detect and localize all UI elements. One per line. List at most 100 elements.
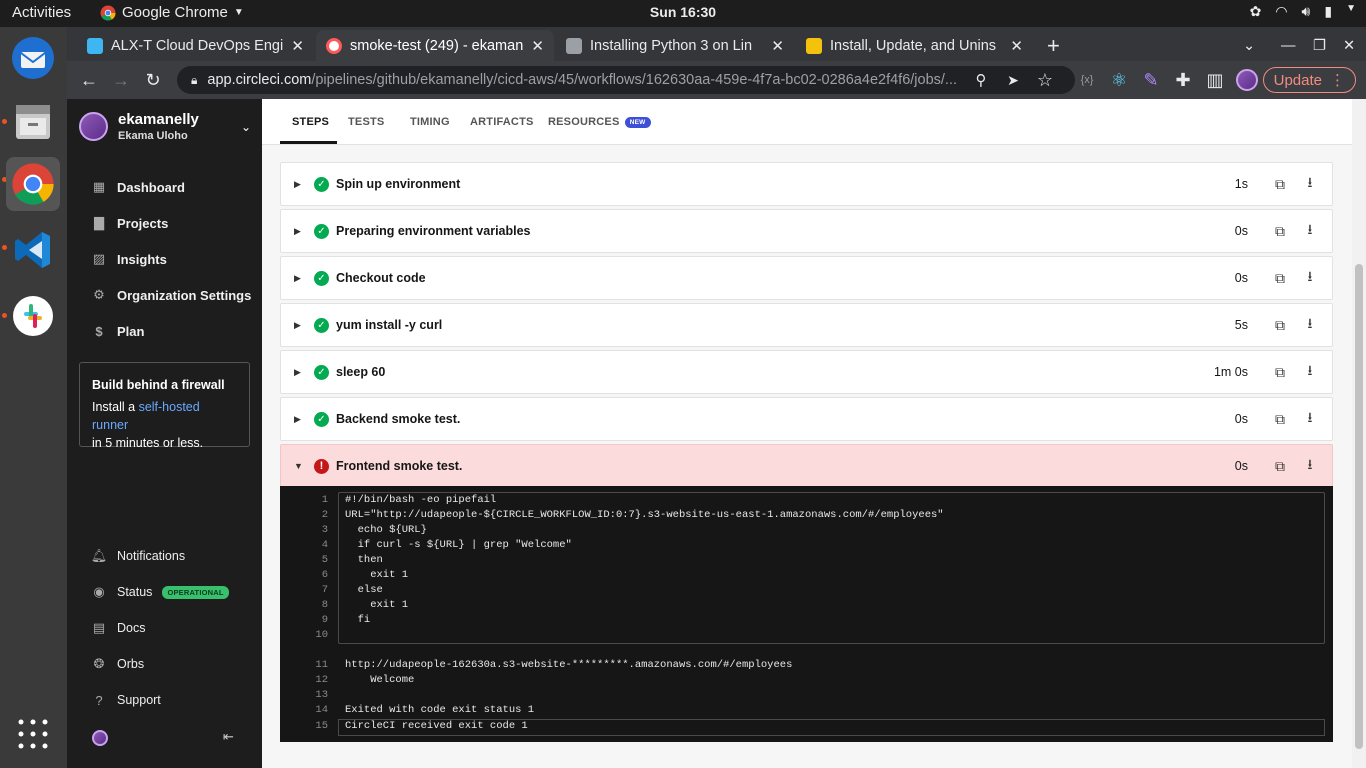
job-content: STEPS TESTS TIMING ARTIFACTS RESOURCES N… xyxy=(262,99,1352,768)
tab-steps[interactable]: STEPS xyxy=(292,116,329,128)
line-number: 3 xyxy=(321,524,328,536)
sidebar-item-plan[interactable]: $ Plan xyxy=(91,323,144,339)
active-tab-indicator xyxy=(280,141,337,144)
step-row[interactable]: ▶ ✓ Preparing environment variables 0s ⧉ ⭳ xyxy=(280,209,1333,253)
browser-tab-3[interactable]: Installing Python 3 on Lin ✕ xyxy=(556,30,794,61)
minimize-button[interactable]: — xyxy=(1271,30,1306,61)
sidebar-item-docs[interactable]: ▤ Docs xyxy=(91,620,146,636)
step-duration: 0s xyxy=(1234,459,1248,473)
open-external-icon[interactable]: ⧉ xyxy=(1270,411,1290,428)
line-number: 6 xyxy=(321,569,328,581)
page-scrollbar[interactable] xyxy=(1352,99,1366,768)
system-tray[interactable]: ✿ ◠ 🔊︎ ▮ ▼ xyxy=(1250,3,1356,20)
close-icon[interactable]: ✕ xyxy=(523,37,544,55)
download-icon[interactable]: ⭳ xyxy=(1300,360,1320,384)
close-icon[interactable]: ✕ xyxy=(283,37,304,55)
tab-timing[interactable]: TIMING xyxy=(410,116,450,128)
caret-right-icon[interactable]: ▶ xyxy=(294,273,302,284)
tab-artifacts[interactable]: ARTIFACTS xyxy=(470,116,534,128)
download-icon[interactable]: ⭳ xyxy=(1300,172,1320,196)
close-icon[interactable]: ✕ xyxy=(1002,37,1023,55)
open-external-icon[interactable]: ⧉ xyxy=(1270,317,1290,334)
side-panel-button[interactable]: ▥ xyxy=(1201,66,1229,94)
avatar[interactable] xyxy=(92,730,108,746)
open-external-icon[interactable]: ⧉ xyxy=(1270,458,1290,475)
arrow-left-icon: ← xyxy=(80,69,98,90)
org-switcher[interactable]: ekamanelly Ekama Uloho ⌄ xyxy=(79,111,251,142)
new-tab-button[interactable]: + xyxy=(1037,30,1070,61)
caret-right-icon[interactable]: ▶ xyxy=(294,367,302,378)
app-menu[interactable]: Google Chrome ▼ xyxy=(100,4,244,21)
download-icon[interactable]: ⭳ xyxy=(1300,266,1320,290)
caret-right-icon[interactable]: ▶ xyxy=(294,414,302,425)
dock-chrome[interactable] xyxy=(6,157,60,211)
sidebar-item-orbs[interactable]: ❂ Orbs xyxy=(91,656,145,672)
close-icon[interactable]: ✕ xyxy=(763,37,784,55)
extension-1[interactable]: {x} xyxy=(1073,66,1101,94)
close-window-button[interactable]: ✕ xyxy=(1333,30,1365,61)
step-name: Frontend smoke test. xyxy=(336,459,463,473)
sidebar-item-notifications[interactable]: 🔔︎ Notifications xyxy=(91,548,185,564)
os-top-bar: Activities Google Chrome ▼ Sun 16:30 ✿ ◠… xyxy=(0,0,1366,27)
sidebar-item-projects[interactable]: ▇ Projects xyxy=(91,215,168,231)
sidebar-item-support[interactable]: ? Support xyxy=(91,692,160,708)
dock-vscode[interactable] xyxy=(6,223,60,277)
tab-tests[interactable]: TESTS xyxy=(348,116,384,128)
step-row[interactable]: ▼! Frontend smoke test. 0s ⧉ ⭳ xyxy=(280,444,1333,488)
dock-slack[interactable] xyxy=(6,289,60,343)
status-icon: ◉ xyxy=(93,584,105,599)
extension-react[interactable]: ⚛ xyxy=(1105,66,1133,94)
download-icon[interactable]: ⭳ xyxy=(1300,407,1320,431)
browser-tab-2[interactable]: smoke-test (249) - ekaman ✕ xyxy=(316,30,554,61)
tab-resources[interactable]: RESOURCES NEW xyxy=(548,116,651,128)
step-row[interactable]: ▶ ✓ Checkout code 0s ⧉ ⭳ xyxy=(280,256,1333,300)
line-number: 12 xyxy=(315,674,328,686)
book-icon xyxy=(566,37,582,54)
dock-files[interactable] xyxy=(6,95,60,149)
caret-right-icon[interactable]: ▶ xyxy=(294,320,302,331)
terminal-line: echo ${URL} xyxy=(345,524,427,536)
open-external-icon[interactable]: ⧉ xyxy=(1270,176,1290,193)
step-row[interactable]: ▶ ✓ yum install -y curl 5s ⧉ ⭳ xyxy=(280,303,1333,347)
reload-button[interactable]: ↻ xyxy=(139,66,167,94)
step-row[interactable]: ▶ ✓ sleep 60 1m 0s ⧉ ⭳ xyxy=(280,350,1333,394)
sidebar-item-label: Projects xyxy=(117,215,169,231)
caret-down-icon[interactable]: ▼ xyxy=(294,461,303,471)
accessibility-icon[interactable]: ✿ xyxy=(1250,3,1262,20)
download-icon[interactable]: ⭳ xyxy=(1300,219,1320,243)
scrollbar-thumb[interactable] xyxy=(1355,264,1363,749)
activities-button[interactable]: Activities xyxy=(12,4,71,21)
step-row[interactable]: ▶ ✓ Backend smoke test. 0s ⧉ ⭳ xyxy=(280,397,1333,441)
step-row[interactable]: ▶ ✓ Spin up environment 1s ⧉ ⭳ xyxy=(280,162,1333,206)
send-button[interactable]: ➤ xyxy=(999,66,1027,94)
extension-2[interactable]: ✎ xyxy=(1137,66,1165,94)
dock-thunderbird[interactable] xyxy=(6,31,60,85)
open-external-icon[interactable]: ⧉ xyxy=(1270,270,1290,287)
maximize-button[interactable]: ❐ xyxy=(1303,30,1336,61)
zoom-button[interactable]: ⚲ xyxy=(967,66,995,94)
open-external-icon[interactable]: ⧉ xyxy=(1270,223,1290,240)
download-icon[interactable]: ⭳ xyxy=(1300,454,1320,478)
back-button[interactable]: ← xyxy=(75,66,103,94)
sidebar-item-label: Orbs xyxy=(117,657,145,671)
update-button[interactable]: Update ⋮ xyxy=(1262,67,1356,93)
profile-button[interactable] xyxy=(1233,66,1261,94)
sidebar-item-dashboard[interactable]: ▦ Dashboard xyxy=(91,179,185,195)
collapse-sidebar-icon[interactable]: ⇤ xyxy=(223,729,234,745)
sidebar-item-organization-settings[interactable]: ⚙ Organization Settings xyxy=(91,287,251,303)
caret-right-icon[interactable]: ▶ xyxy=(294,226,302,237)
download-icon[interactable]: ⭳ xyxy=(1300,313,1320,337)
clock[interactable]: Sun 16:30 xyxy=(650,4,716,20)
show-apps-button[interactable] xyxy=(6,707,60,761)
forward-button[interactable]: → xyxy=(107,66,135,94)
open-external-icon[interactable]: ⧉ xyxy=(1270,364,1290,381)
browser-tab-1[interactable]: ALX-T Cloud DevOps Engi ✕ xyxy=(77,30,314,61)
caret-right-icon[interactable]: ▶ xyxy=(294,179,302,190)
tab-search-button[interactable]: ⌄ xyxy=(1233,30,1265,61)
extensions-button[interactable]: ✚ xyxy=(1169,66,1197,94)
browser-tab-4[interactable]: Install, Update, and Unins ✕ xyxy=(796,30,1033,61)
address-bar[interactable]: 🔒︎ app.circleci.com/pipelines/github/eka… xyxy=(177,66,1075,94)
sidebar-item-insights[interactable]: ▨ Insights xyxy=(91,251,167,267)
sidebar-item-status[interactable]: ◉ Status OPERATIONAL xyxy=(91,584,229,600)
bookmark-button[interactable]: ☆ xyxy=(1031,66,1059,94)
